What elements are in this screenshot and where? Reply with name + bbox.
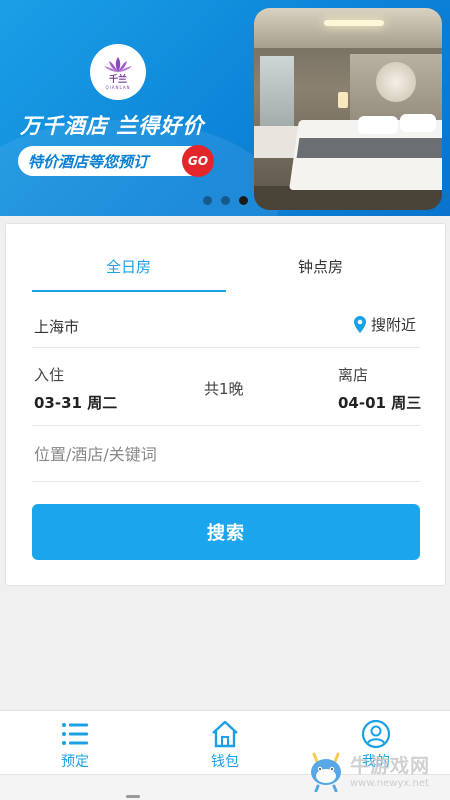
active-tab-indicator <box>32 290 226 292</box>
checkin-date[interactable]: 03-31 周二 <box>34 392 117 413</box>
lotus-icon <box>104 56 132 72</box>
nav-item-wallet[interactable]: 钱包 <box>195 719 255 771</box>
banner-slogan: 万千酒店 兰得好价 <box>20 114 205 138</box>
tab-hourly[interactable]: 钟点房 <box>298 256 343 277</box>
logo-text: 千兰 <box>108 74 127 85</box>
hotel-search-card: 全日房 钟点房 上海市 搜附近 入住 03-31 周二 共1晚 离店 04-01… <box>5 223 446 586</box>
city-row[interactable]: 上海市 搜附近 <box>32 294 420 348</box>
system-menu-button[interactable] <box>126 795 140 798</box>
location-pin-icon <box>353 316 366 333</box>
promo-text: 特价酒店等您预订 <box>28 152 149 171</box>
promo-pill[interactable]: 特价酒店等您预订 GO <box>18 145 214 177</box>
nights-count: 共1晚 <box>204 380 244 398</box>
mascot-logo <box>311 752 341 792</box>
search-button[interactable]: 搜索 <box>32 504 420 560</box>
checkin-label: 入住 <box>34 366 65 384</box>
logo-subtext: QIANLAN <box>105 84 131 90</box>
brand-logo: 千兰 QIANLAN <box>90 44 146 100</box>
hotel-room-photo <box>254 8 442 210</box>
site-watermark: 牛游戏网 www.newyx.net <box>306 748 430 792</box>
search-nearby-button[interactable]: 搜附近 <box>353 314 416 335</box>
carousel-dot[interactable] <box>221 196 230 205</box>
nav-label-wallet: 钱包 <box>211 754 239 770</box>
search-nearby-label: 搜附近 <box>370 316 416 334</box>
promo-banner[interactable]: 千兰 QIANLAN 万千酒店 兰得好价 特价酒店等您预订 GO <box>0 0 450 216</box>
nav-label-book: 预定 <box>61 754 89 770</box>
watermark-url: www.newyx.net <box>350 778 429 789</box>
keyword-row <box>32 426 420 482</box>
tab-all-day[interactable]: 全日房 <box>106 256 151 277</box>
city-selector[interactable]: 上海市 <box>34 316 79 337</box>
go-badge[interactable]: GO <box>182 145 214 177</box>
checkout-label: 离店 <box>338 366 369 384</box>
list-icon <box>62 723 88 745</box>
keyword-input[interactable] <box>32 436 420 472</box>
nav-item-book[interactable]: 预定 <box>45 719 105 771</box>
watermark-title: 牛游戏网 <box>350 755 431 777</box>
date-row[interactable]: 入住 03-31 周二 共1晚 离店 04-01 周三 <box>32 348 421 426</box>
room-type-tabs: 全日房 钟点房 <box>6 224 445 294</box>
user-icon <box>361 719 391 749</box>
home-icon <box>212 720 238 748</box>
checkout-date[interactable]: 04-01 周三 <box>338 392 421 413</box>
carousel-indicators <box>203 196 248 205</box>
carousel-dot[interactable] <box>203 196 212 205</box>
carousel-dot-active[interactable] <box>239 196 248 205</box>
